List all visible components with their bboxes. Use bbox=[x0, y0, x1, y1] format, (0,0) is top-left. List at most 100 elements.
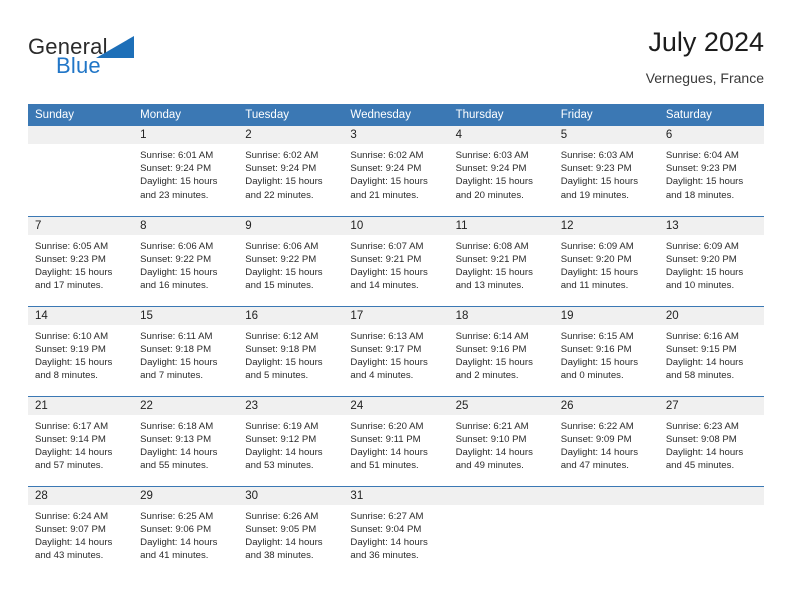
weekday-header-monday: Monday bbox=[133, 104, 239, 126]
sunrise-text: Sunrise: 6:03 AM bbox=[455, 150, 529, 161]
daylight-text-line1: Daylight: 15 hours bbox=[140, 176, 218, 188]
day-details: Sunrise: 6:22 AM Sunset: 9:09 PM Daylight:… bbox=[554, 415, 659, 473]
calendar-cell-day-13[interactable]: 13 Sunrise: 6:09 AM Sunset: 9:20 PM Dayligh… bbox=[658, 215, 764, 306]
day-number: 4 bbox=[448, 126, 554, 144]
daylight-text-line1: Daylight: 15 hours bbox=[350, 176, 428, 188]
calendar-cell-day-8[interactable]: 8 Sunrise: 6:06 AM Sunset: 9:22 PM Daylight… bbox=[133, 215, 239, 306]
calendar-cell-day-30[interactable]: 30 Sunrise: 6:26 AM Sunset: 9:05 PM Dayligh… bbox=[238, 485, 344, 576]
calendar-cell-day-5[interactable]: 5 Sunrise: 6:03 AM Sunset: 9:23 PM Daylight… bbox=[553, 126, 659, 216]
calendar-cell-day-14[interactable]: 14 Sunrise: 6:10 AM Sunset: 9:19 PM Dayligh… bbox=[28, 305, 134, 396]
sunset-text: Sunset: 9:18 PM bbox=[245, 343, 317, 355]
daylight-text-line1: Daylight: 14 hours bbox=[350, 536, 428, 548]
day-number bbox=[658, 486, 764, 505]
calendar-cell-day-24[interactable]: 24 Sunrise: 6:20 AM Sunset: 9:11 PM Dayligh… bbox=[343, 395, 449, 486]
calendar-cell-day-31[interactable]: 31 Sunrise: 6:27 AM Sunset: 9:04 PM Dayligh… bbox=[343, 485, 449, 576]
calendar-week-row: 28 Sunrise: 6:24 AM Sunset: 9:07 PM Dayligh… bbox=[28, 485, 764, 576]
sunrise-text: Sunrise: 6:06 AM bbox=[245, 240, 319, 252]
daylight-text-line1: Daylight: 15 hours bbox=[455, 356, 533, 368]
triangle-icon bbox=[96, 36, 134, 58]
day-number: 10 bbox=[343, 216, 449, 235]
daylight-text-line2: and 55 minutes. bbox=[140, 460, 209, 472]
daylight-text-line1: Daylight: 14 hours bbox=[455, 446, 533, 458]
daylight-text-line2: and 51 minutes. bbox=[350, 460, 419, 472]
general-blue-logo[interactable]: General Blue bbox=[28, 28, 148, 77]
sunrise-text: Sunrise: 6:02 AM bbox=[245, 150, 319, 161]
day-details: Sunrise: 6:17 AM Sunset: 9:14 PM Daylight:… bbox=[28, 415, 133, 473]
calendar-cell-day-9[interactable]: 9 Sunrise: 6:06 AM Sunset: 9:22 PM Daylight… bbox=[238, 215, 344, 306]
calendar-cell-day-3[interactable]: 3 Sunrise: 6:02 AM Sunset: 9:24 PM Daylight… bbox=[343, 126, 449, 216]
calendar-cell-day-18[interactable]: 18 Sunrise: 6:14 AM Sunset: 9:16 PM Dayligh… bbox=[448, 305, 554, 396]
calendar-cell-day-27[interactable]: 27 Sunrise: 6:23 AM Sunset: 9:08 PM Dayligh… bbox=[658, 395, 764, 486]
daylight-text-line2: and 14 minutes. bbox=[350, 280, 419, 292]
sunrise-text: Sunrise: 6:18 AM bbox=[140, 420, 214, 432]
calendar-cell-day-10[interactable]: 10 Sunrise: 6:07 AM Sunset: 9:21 PM Dayligh… bbox=[343, 215, 449, 306]
day-number: 5 bbox=[553, 126, 659, 144]
day-number: 24 bbox=[343, 396, 449, 415]
sunset-text: Sunset: 9:17 PM bbox=[350, 343, 422, 355]
daylight-text-line1: Daylight: 14 hours bbox=[35, 446, 113, 458]
page-title: July 2024 bbox=[648, 27, 764, 57]
day-number: 28 bbox=[28, 486, 134, 505]
daylight-text-line2: and 57 minutes. bbox=[35, 460, 104, 472]
daylight-text-line1: Daylight: 14 hours bbox=[350, 446, 428, 458]
sunrise-text: Sunrise: 6:08 AM bbox=[455, 240, 529, 252]
day-number: 20 bbox=[658, 306, 764, 325]
day-number: 31 bbox=[343, 486, 449, 505]
day-details: Sunrise: 6:02 AM Sunset: 9:24 PM Daylight:… bbox=[238, 144, 343, 202]
day-number: 13 bbox=[658, 216, 764, 235]
calendar-cell-day-23[interactable]: 23 Sunrise: 6:19 AM Sunset: 9:12 PM Dayligh… bbox=[238, 395, 344, 486]
sunset-text: Sunset: 9:06 PM bbox=[140, 523, 212, 535]
calendar-cell-day-7[interactable]: 7 Sunrise: 6:05 AM Sunset: 9:23 PM Daylight… bbox=[28, 215, 134, 306]
sunrise-text: Sunrise: 6:11 AM bbox=[140, 330, 213, 342]
sunset-text: Sunset: 9:22 PM bbox=[245, 253, 317, 265]
calendar-cell-day-26[interactable]: 26 Sunrise: 6:22 AM Sunset: 9:09 PM Dayligh… bbox=[553, 395, 659, 486]
sunset-text: Sunset: 9:23 PM bbox=[665, 163, 737, 175]
day-details: Sunrise: 6:07 AM Sunset: 9:21 PM Daylight:… bbox=[343, 235, 448, 293]
daylight-text-line2: and 13 minutes. bbox=[455, 280, 524, 292]
calendar-cell-day-1[interactable]: 1 Sunrise: 6:01 AM Sunset: 9:24 PM Daylight… bbox=[133, 126, 239, 216]
calendar-cell-day-28[interactable]: 28 Sunrise: 6:24 AM Sunset: 9:07 PM Dayligh… bbox=[28, 485, 134, 576]
calendar-cell-day-29[interactable]: 29 Sunrise: 6:25 AM Sunset: 9:06 PM Dayligh… bbox=[133, 485, 239, 576]
day-number: 25 bbox=[448, 396, 554, 415]
daylight-text-line1: Daylight: 15 hours bbox=[245, 176, 323, 188]
day-details: Sunrise: 6:13 AM Sunset: 9:17 PM Daylight:… bbox=[343, 325, 448, 383]
location-subtitle: Vernegues, France bbox=[645, 69, 764, 86]
calendar-cell-day-22[interactable]: 22 Sunrise: 6:18 AM Sunset: 9:13 PM Dayligh… bbox=[133, 395, 239, 486]
sunrise-text: Sunrise: 6:01 AM bbox=[140, 150, 214, 161]
calendar-cell-day-16[interactable]: 16 Sunrise: 6:12 AM Sunset: 9:18 PM Dayligh… bbox=[238, 305, 344, 396]
calendar-cell-day-4[interactable]: 4 Sunrise: 6:03 AM Sunset: 9:24 PM Daylight… bbox=[448, 126, 554, 216]
day-details: Sunrise: 6:16 AM Sunset: 9:15 PM Daylight:… bbox=[659, 325, 764, 383]
sunset-text: Sunset: 9:18 PM bbox=[140, 343, 212, 355]
daylight-text-line2: and 21 minutes. bbox=[350, 189, 419, 201]
sunrise-text: Sunrise: 6:15 AM bbox=[560, 330, 634, 342]
sunrise-text: Sunrise: 6:20 AM bbox=[350, 420, 424, 432]
calendar-cell-day-21[interactable]: 21 Sunrise: 6:17 AM Sunset: 9:14 PM Dayligh… bbox=[28, 395, 134, 486]
day-details: Sunrise: 6:06 AM Sunset: 9:22 PM Daylight:… bbox=[238, 235, 343, 293]
day-details: Sunrise: 6:19 AM Sunset: 9:12 PM Daylight:… bbox=[238, 415, 343, 473]
calendar-cell-day-2[interactable]: 2 Sunrise: 6:02 AM Sunset: 9:24 PM Daylight… bbox=[238, 126, 344, 216]
daylight-text-line2: and 0 minutes. bbox=[560, 370, 624, 382]
day-details: Sunrise: 6:03 AM Sunset: 9:24 PM Daylight:… bbox=[449, 144, 554, 202]
calendar-cell-day-15[interactable]: 15 Sunrise: 6:11 AM Sunset: 9:18 PM Dayligh… bbox=[133, 305, 239, 396]
calendar-cell-day-19[interactable]: 19 Sunrise: 6:15 AM Sunset: 9:16 PM Dayligh… bbox=[553, 305, 659, 396]
day-number: 30 bbox=[238, 486, 344, 505]
sunrise-text: Sunrise: 6:09 AM bbox=[560, 240, 634, 252]
day-number bbox=[448, 486, 554, 505]
day-details: Sunrise: 6:03 AM Sunset: 9:23 PM Daylight:… bbox=[554, 144, 659, 202]
day-number: 9 bbox=[238, 216, 344, 235]
calendar-cell-day-6[interactable]: 6 Sunrise: 6:04 AM Sunset: 9:23 PM Daylight… bbox=[658, 126, 764, 216]
calendar-cell-day-25[interactable]: 25 Sunrise: 6:21 AM Sunset: 9:10 PM Dayligh… bbox=[448, 395, 554, 486]
weekday-header-tuesday: Tuesday bbox=[238, 104, 344, 126]
daylight-text-line2: and 8 minutes. bbox=[35, 370, 98, 382]
daylight-text-line1: Daylight: 14 hours bbox=[140, 446, 218, 458]
sunset-text: Sunset: 9:24 PM bbox=[350, 163, 422, 175]
calendar-cell-day-17[interactable]: 17 Sunrise: 6:13 AM Sunset: 9:17 PM Dayligh… bbox=[343, 305, 449, 396]
day-details: Sunrise: 6:01 AM Sunset: 9:24 PM Daylight:… bbox=[133, 144, 238, 202]
calendar-cell-day-11[interactable]: 11 Sunrise: 6:08 AM Sunset: 9:21 PM Dayligh… bbox=[448, 215, 554, 306]
daylight-text-line2: and 7 minutes. bbox=[140, 370, 204, 382]
sunrise-text: Sunrise: 6:24 AM bbox=[35, 510, 109, 522]
calendar-cell-day-12[interactable]: 12 Sunrise: 6:09 AM Sunset: 9:20 PM Dayligh… bbox=[553, 215, 659, 306]
daylight-text-line1: Daylight: 14 hours bbox=[665, 356, 744, 368]
calendar-cell-day-20[interactable]: 20 Sunrise: 6:16 AM Sunset: 9:15 PM Dayligh… bbox=[658, 305, 764, 396]
daylight-text-line2: and 45 minutes. bbox=[665, 460, 735, 472]
